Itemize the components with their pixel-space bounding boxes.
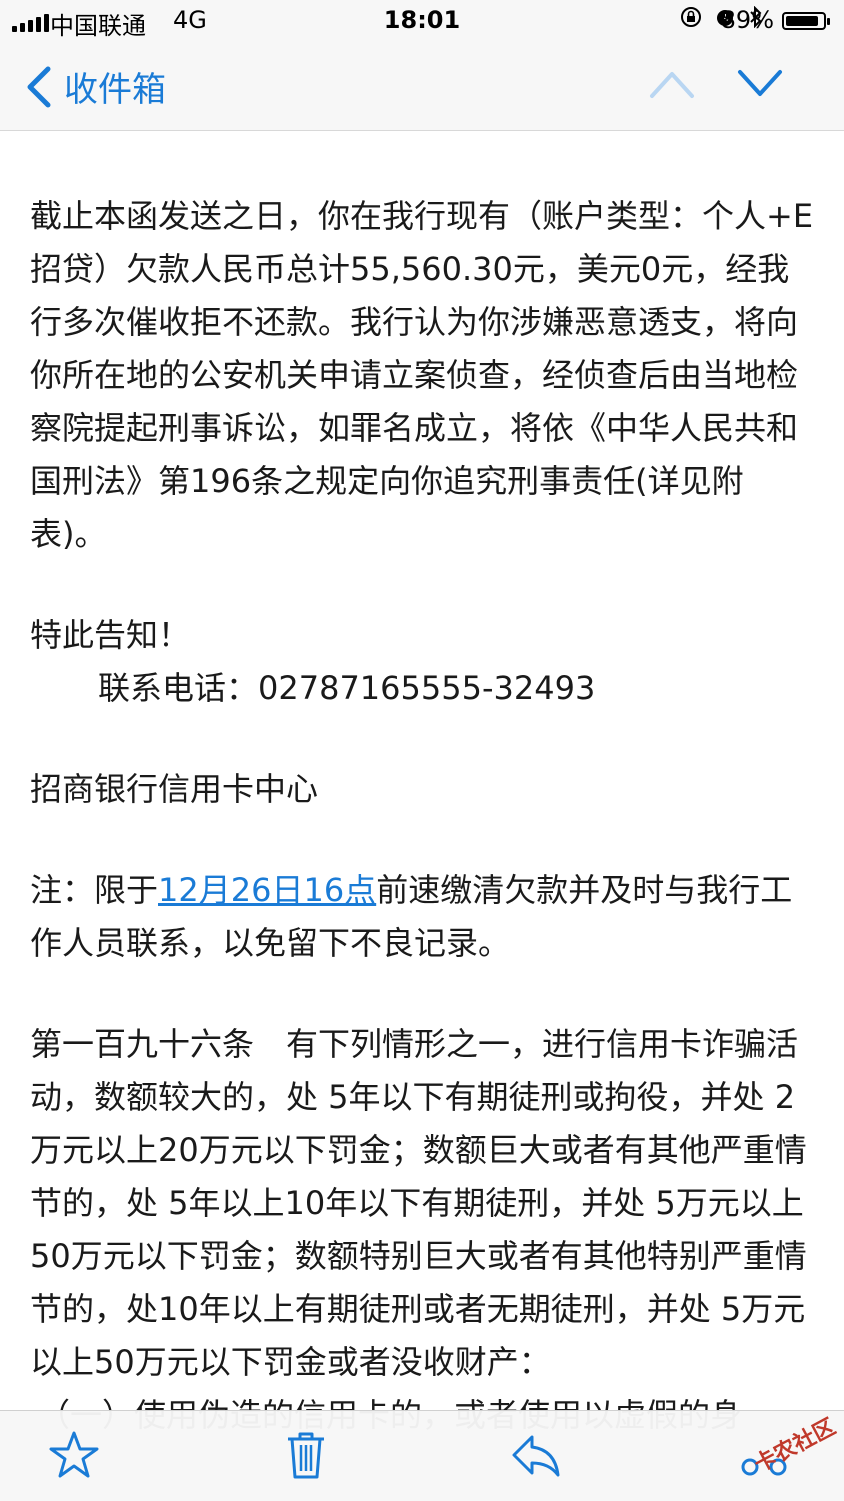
previous-message-button[interactable] [648,66,696,102]
trash-icon[interactable] [278,1427,334,1483]
notice-line: 特此告知！ [30,616,191,654]
reply-icon[interactable] [508,1427,564,1483]
navigation-bar: 收件箱 [0,44,844,131]
status-bar: 中国联通 4G 18:01 89% [0,0,844,44]
note-paragraph: 注：限于12月26日16点前速缴清欠款并及时与我行工作人员联系，以免留下不良记录… [30,864,820,970]
note-prefix: 注：限于 [30,871,159,909]
chevron-left-icon [27,66,51,107]
deadline-date-link[interactable]: 12月26日16点 [158,871,376,909]
back-label: 收件箱 [64,70,166,110]
contact-phone: 联系电话：02787165555-32493 [98,669,596,707]
bottom-toolbar [0,1410,844,1501]
next-message-button[interactable] [736,66,784,102]
battery-icon [782,12,830,30]
paragraph-debt-notice: 截止本函发送之日，你在我行现有（账户类型：个人+E招贷）欠款人民币总计55,56… [30,197,814,553]
battery-percent: 89% [720,6,774,34]
law-article: 第一百九十六条 有下列情形之一，进行信用卡诈骗活动，数额较大的，处 5年以下有期… [30,1025,807,1381]
back-button[interactable]: 收件箱 [24,62,166,111]
sender-name: 招商银行信用卡中心 [30,770,319,808]
email-body: 截止本函发送之日，你在我行现有（账户类型：个人+E招贷）欠款人民币总计55,56… [30,190,820,1442]
rotation-lock-icon [681,7,701,27]
star-icon[interactable] [46,1427,102,1483]
